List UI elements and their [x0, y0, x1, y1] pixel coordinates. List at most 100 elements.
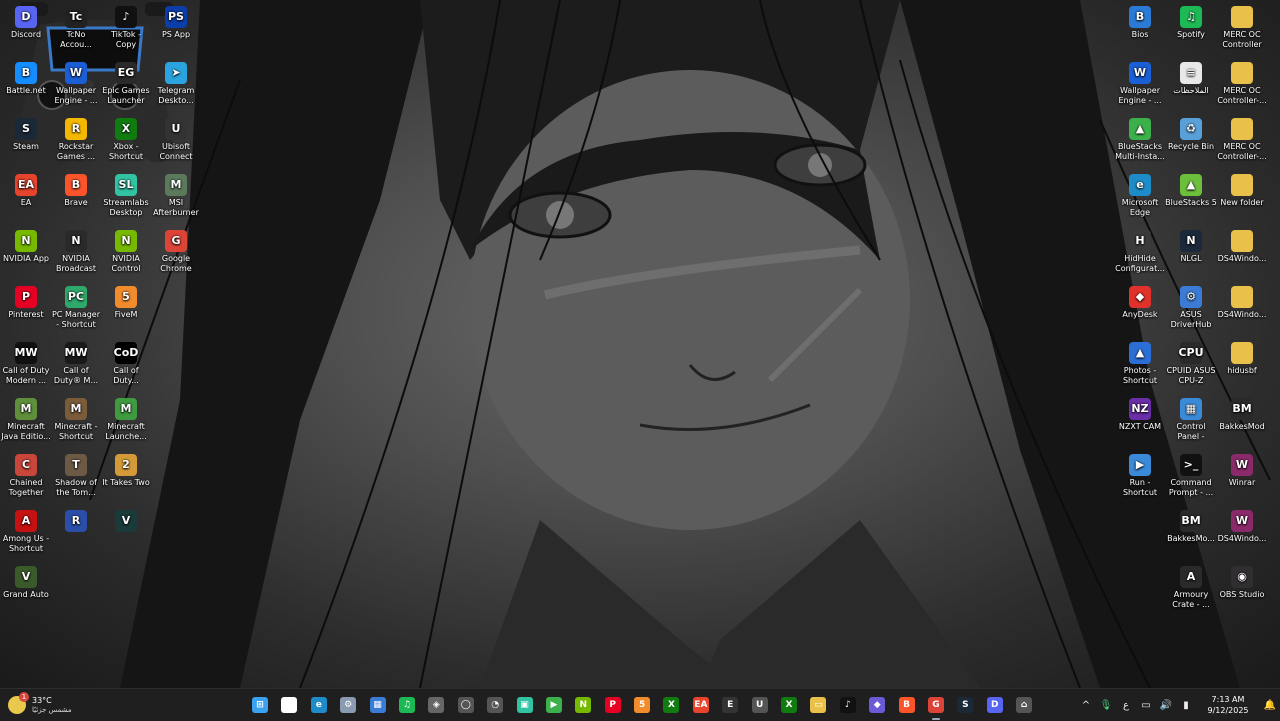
- desktop-icon[interactable]: EG Epic Games Launcher: [100, 58, 152, 114]
- desktop-icon[interactable]: ▶ Run - Shortcut: [1114, 450, 1166, 506]
- desktop-icon[interactable]: ◆ AnyDesk: [1114, 282, 1166, 338]
- settings-taskbar[interactable]: ⚙: [336, 693, 360, 717]
- notification-bell-icon[interactable]: 🔔: [1260, 700, 1280, 711]
- desktop-icon[interactable]: M Minecraft Launche...: [100, 394, 152, 450]
- desktop-icon[interactable]: V Grand Auto: [0, 562, 52, 618]
- fivem-taskbar[interactable]: 5: [630, 693, 654, 717]
- desktop-icon[interactable]: M Minecraft Java Editio...: [0, 394, 52, 450]
- desktop-icon[interactable]: ♪ TikTok - Copy: [100, 2, 152, 58]
- desktop-icon[interactable]: A Among Us - Shortcut: [0, 506, 52, 562]
- weather-widget[interactable]: 1 33°C مشمس جزئيًا: [8, 689, 72, 721]
- tray-overflow-chevron-icon[interactable]: ^: [1076, 700, 1096, 711]
- desktop-icon[interactable]: R: [50, 506, 102, 562]
- desktop-icon[interactable]: ▲ Photos - Shortcut: [1114, 338, 1166, 394]
- desktop-icon[interactable]: PS PS App: [150, 2, 202, 58]
- desktop-icon[interactable]: R Rockstar Games ...: [50, 114, 102, 170]
- nzxt-taskbar[interactable]: ◯: [454, 693, 478, 717]
- desktop-icon[interactable]: MERC OC Controller: [1216, 2, 1268, 58]
- desktop-icon[interactable]: M Minecraft - Shortcut: [50, 394, 102, 450]
- desktop-icon[interactable]: 2 It Takes Two: [100, 450, 152, 506]
- desktop-icon[interactable]: EA EA: [0, 170, 52, 226]
- epic-taskbar[interactable]: E: [718, 693, 742, 717]
- desktop-icon[interactable]: B Battle.net: [0, 58, 52, 114]
- desktop-icon[interactable]: N NVIDIA Control Pan...: [100, 226, 152, 282]
- desktop-icon[interactable]: V: [100, 506, 152, 562]
- streamlabs-taskbar[interactable]: ▣: [513, 693, 537, 717]
- desktop-icon[interactable]: ▲ BlueStacks 5: [1165, 170, 1217, 226]
- clock[interactable]: 7:13 AM 9/12/2025: [1196, 694, 1260, 716]
- desktop-icon[interactable]: ⚙ ASUS DriverHub: [1165, 282, 1217, 338]
- speedometer-taskbar[interactable]: ◔: [483, 693, 507, 717]
- desktop-icon[interactable]: MW Call of Duty® M...: [50, 338, 102, 394]
- desktop-icon[interactable]: BM BakkesMo...: [1165, 506, 1217, 562]
- store-taskbar[interactable]: ▦: [366, 693, 390, 717]
- nvidia-taskbar[interactable]: N: [571, 693, 595, 717]
- desktop-icon[interactable]: C Chained Together: [0, 450, 52, 506]
- desktop-icon[interactable]: MERC OC Controller-...: [1216, 58, 1268, 114]
- ubisoft-taskbar[interactable]: U: [748, 693, 772, 717]
- desktop-icon[interactable]: PC PC Manager - Shortcut: [50, 282, 102, 338]
- desktop-icon[interactable]: W Winrar: [1216, 450, 1268, 506]
- desktop-icon[interactable]: W DS4Windo...: [1216, 506, 1268, 562]
- desktop-icon[interactable]: A Armoury Crate - ...: [1165, 562, 1217, 618]
- desktop-icon[interactable]: N NVIDIA App: [0, 226, 52, 282]
- desktop-icon[interactable]: ◉ OBS Studio: [1216, 562, 1268, 618]
- chrome-taskbar[interactable]: G: [924, 693, 948, 720]
- desktop-icon[interactable]: W Wallpaper Engine - ...: [50, 58, 102, 114]
- desktop-icon[interactable]: ▦ Control Panel - Shortcut: [1165, 394, 1217, 450]
- desktop-icon[interactable]: H HidHide Configurat...: [1114, 226, 1166, 282]
- start-button[interactable]: ⊞: [248, 693, 272, 717]
- edge-taskbar[interactable]: e: [307, 693, 331, 717]
- steam-taskbar[interactable]: S: [953, 693, 977, 717]
- desktop-icon[interactable]: hidusbf: [1216, 338, 1268, 394]
- explorer-taskbar[interactable]: ▭: [806, 693, 830, 717]
- desktop-icon[interactable]: NZ NZXT CAM: [1114, 394, 1166, 450]
- desktop-icon[interactable]: >_ Command Prompt - ...: [1165, 450, 1217, 506]
- desktop-icon[interactable]: B Bios: [1114, 2, 1166, 58]
- pinterest-taskbar[interactable]: P: [601, 693, 625, 717]
- desktop-icon[interactable]: W Wallpaper Engine - ...: [1114, 58, 1166, 114]
- desktop-icon[interactable]: e Microsoft Edge: [1114, 170, 1166, 226]
- battery-icon[interactable]: ▮: [1176, 700, 1196, 711]
- play-taskbar[interactable]: ▶: [542, 693, 566, 717]
- desktop-icon[interactable]: SL Streamlabs Desktop: [100, 170, 152, 226]
- desktop-icon[interactable]: ♫ Spotify: [1165, 2, 1217, 58]
- cleaner-taskbar[interactable]: ⌂: [1012, 693, 1036, 717]
- desktop-icon[interactable]: U Ubisoft Connect: [150, 114, 202, 170]
- desktop-icon[interactable]: Tc TcNo Accou...: [50, 2, 102, 58]
- unity-taskbar[interactable]: ◈: [424, 693, 448, 717]
- discord-taskbar[interactable]: D: [983, 693, 1007, 717]
- desktop-icon[interactable]: X Xbox - Shortcut: [100, 114, 152, 170]
- desktop-icon[interactable]: BM BakkesMod: [1216, 394, 1268, 450]
- desktop-icon[interactable]: S Steam: [0, 114, 52, 170]
- gamepad-taskbar[interactable]: ◆: [865, 693, 889, 717]
- language-indicator[interactable]: ع: [1116, 700, 1136, 711]
- desktop-icon[interactable]: G Google Chrome: [150, 226, 202, 282]
- desktop-icon[interactable]: P Pinterest: [0, 282, 52, 338]
- ea-taskbar[interactable]: EA: [689, 693, 713, 717]
- network-icon[interactable]: ▭: [1136, 700, 1156, 711]
- desktop-icon[interactable]: N NVIDIA Broadcast: [50, 226, 102, 282]
- search-button[interactable]: ⌕: [277, 693, 301, 717]
- xbox-app-taskbar[interactable]: X: [777, 693, 801, 717]
- desktop-icon[interactable]: B Brave: [50, 170, 102, 226]
- desktop-icon[interactable]: N NLGL: [1165, 226, 1217, 282]
- volume-icon[interactable]: 🔊: [1156, 700, 1176, 711]
- desktop-icon[interactable]: CPU CPUID ASUS CPU-Z: [1165, 338, 1217, 394]
- desktop-icon[interactable]: D Discord: [0, 2, 52, 58]
- desktop-icon[interactable]: 5 FiveM: [100, 282, 152, 338]
- brave-taskbar[interactable]: B: [895, 693, 919, 717]
- desktop-icon[interactable]: New folder: [1216, 170, 1268, 226]
- desktop-icon[interactable]: ≡ الملاحظات: [1165, 58, 1217, 114]
- desktop-icon[interactable]: T Shadow of the Tom...: [50, 450, 102, 506]
- xbox-taskbar[interactable]: X: [659, 693, 683, 717]
- tiktok-taskbar[interactable]: ♪: [836, 693, 860, 717]
- desktop-icon[interactable]: MERC OC Controller-...: [1216, 114, 1268, 170]
- desktop-icon[interactable]: ➤ Telegram Deskto...: [150, 58, 202, 114]
- desktop-icon[interactable]: M MSI Afterburner: [150, 170, 202, 226]
- desktop-icon[interactable]: ▲ BlueStacks Multi-Insta...: [1114, 114, 1166, 170]
- desktop-icon[interactable]: ♻ Recycle Bin: [1165, 114, 1217, 170]
- microphone-icon[interactable]: 🎙: [1096, 700, 1116, 711]
- spotify-taskbar[interactable]: ♫: [395, 693, 419, 717]
- desktop-icon[interactable]: CoD Call of Duty...: [100, 338, 152, 394]
